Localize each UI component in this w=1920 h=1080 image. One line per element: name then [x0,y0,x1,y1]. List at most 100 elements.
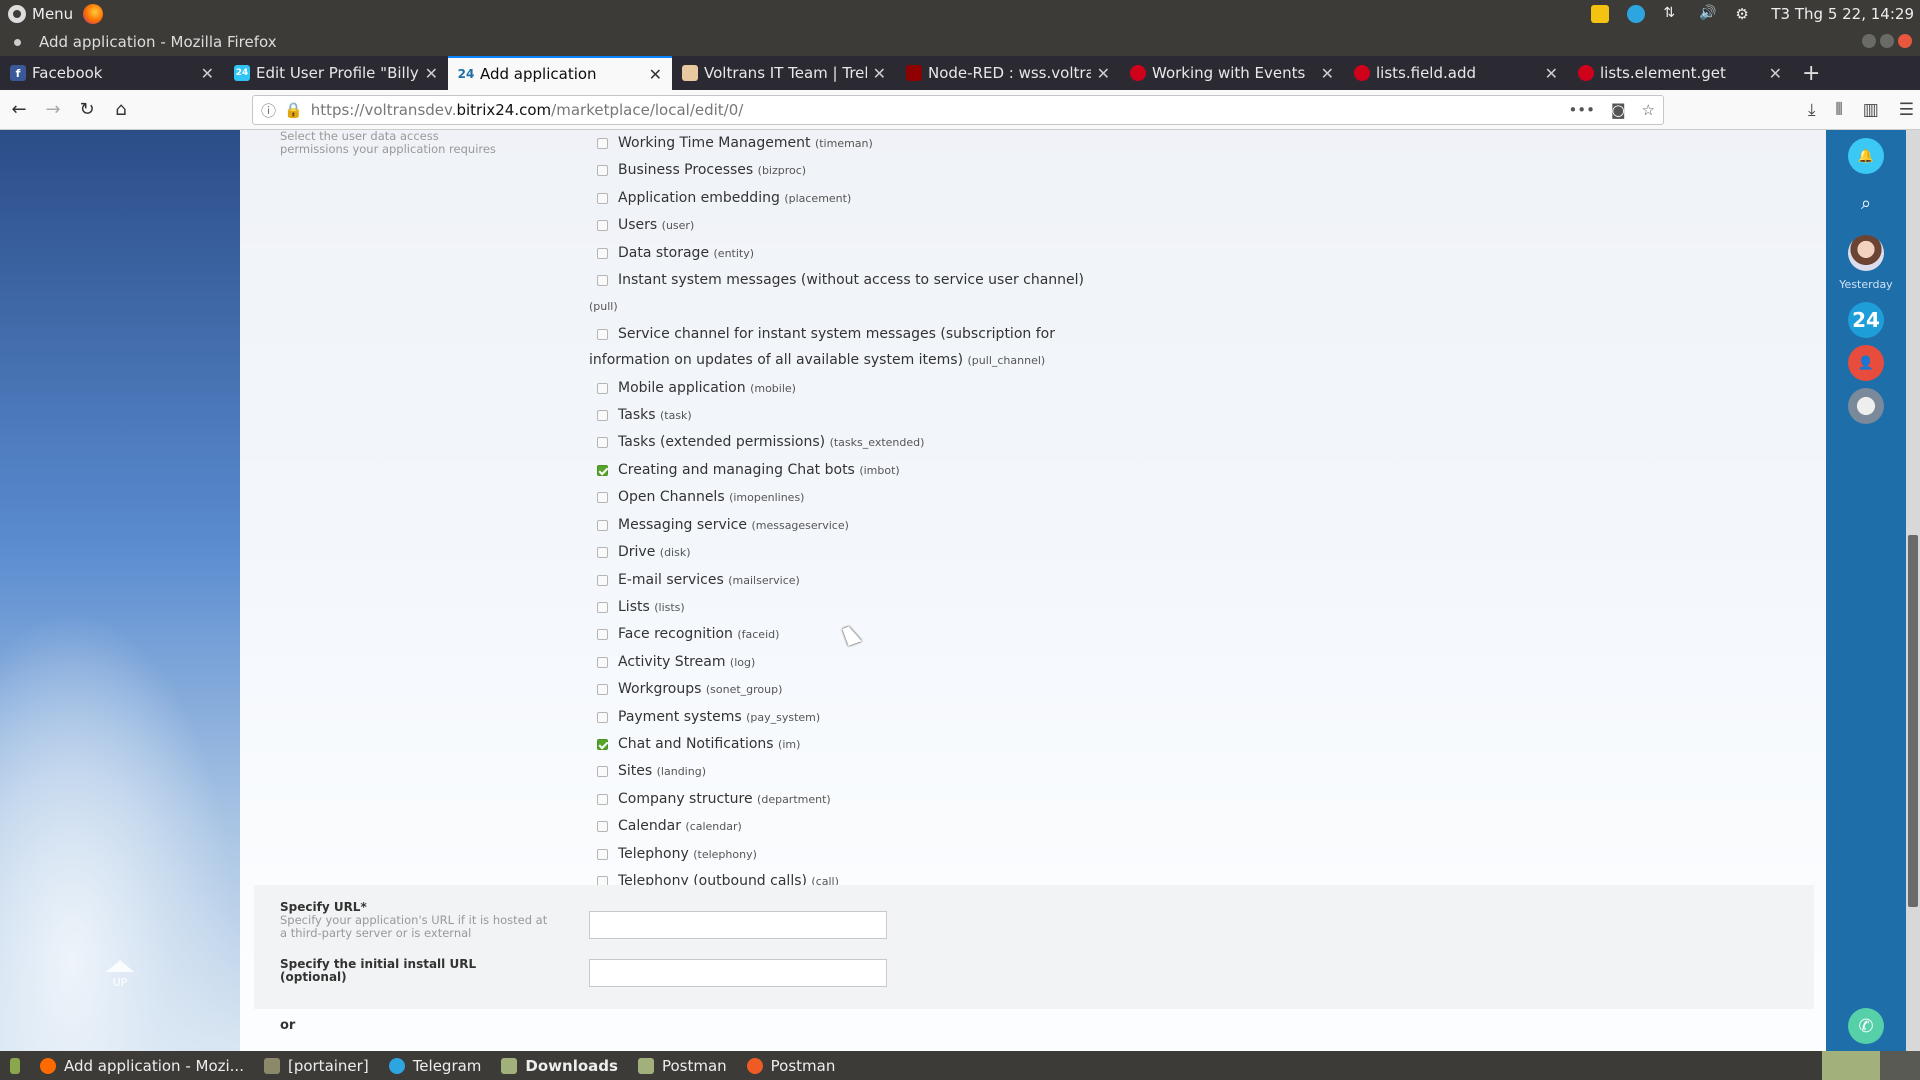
settings-gear-icon[interactable]: ⚙ [1735,5,1753,23]
downloads-icon[interactable]: ⤓ [1808,100,1816,120]
permission-item[interactable]: Telephony (telephony) [589,841,1109,868]
permission-checkbox[interactable] [597,656,608,668]
tab-lists-field-add[interactable]: lists.field.add ✕ [1344,56,1568,90]
tab-add-application[interactable]: 24 Add application ✕ [448,56,672,90]
system-clock[interactable]: T3 Thg 5 22, 14:29 [1771,5,1914,23]
permission-item[interactable]: Data storage (entity) [589,240,1109,267]
permission-checkbox[interactable] [597,601,608,613]
telegram-tray-icon[interactable] [1627,5,1646,23]
permission-checkbox[interactable] [597,629,608,641]
permission-checkbox[interactable] [597,437,608,449]
permission-item[interactable]: Creating and managing Chat bots (imbot) [589,457,1109,484]
tab-lists-element-get[interactable]: lists.element.get ✕ [1568,56,1792,90]
taskbar-item-telegram[interactable]: Telegram [379,1051,492,1080]
permission-checkbox[interactable] [597,138,608,149]
updown-arrows-icon[interactable]: ⇅ [1663,5,1681,23]
permission-item[interactable]: Company structure (department) [589,786,1109,813]
app-url-input[interactable] [589,911,887,939]
permission-checkbox[interactable] [597,711,608,723]
permission-item[interactable]: Mobile application (mobile) [589,375,1109,402]
permission-checkbox[interactable] [597,328,608,340]
permission-item[interactable]: E-mail services (mailservice) [589,567,1109,594]
pocket-icon[interactable]: ◙ [1611,101,1626,119]
permission-item[interactable]: Payment systems (pay_system) [589,704,1109,731]
firefox-launcher-icon[interactable] [83,4,104,24]
permission-item[interactable]: Activity Stream (log) [589,649,1109,676]
permission-checkbox[interactable] [597,848,608,860]
permission-checkbox[interactable] [597,192,608,204]
permission-checkbox[interactable] [597,165,608,177]
permission-checkbox[interactable] [597,247,608,259]
permission-item[interactable]: Tasks (task) [589,402,1109,429]
page-actions-icon[interactable]: ••• [1568,101,1595,119]
permission-checkbox[interactable] [597,766,608,778]
permission-item[interactable]: Workgroups (sonet_group) [589,676,1109,703]
permission-checkbox-checked[interactable] [597,738,608,750]
permission-checkbox[interactable] [597,410,608,422]
page-scrollbar[interactable] [1906,130,1920,1051]
taskbar-item-portainer[interactable]: [portainer] [254,1051,379,1080]
permission-item[interactable]: Working Time Management (timeman) [589,130,1109,157]
permission-item[interactable]: Chat and Notifications (im) [589,731,1109,758]
permission-item[interactable]: Messaging service (messageservice) [589,512,1109,539]
reload-icon[interactable]: ↻ [72,95,102,125]
permission-item[interactable]: Drive (disk) [589,539,1109,566]
library-icon[interactable]: ⫴ [1836,100,1843,120]
show-desktop-button[interactable] [0,1051,30,1080]
new-tab-button[interactable]: + [1792,56,1820,90]
bot-avatar[interactable] [1848,388,1884,424]
volume-icon[interactable]: 🔊 [1699,5,1717,23]
permission-item[interactable]: Instant system messages (without access … [589,267,1109,321]
permission-checkbox[interactable] [597,547,608,559]
recent-chat-avatar[interactable] [1848,235,1884,271]
permission-checkbox[interactable] [597,574,608,586]
permission-checkbox[interactable] [597,821,608,833]
tab-node-red[interactable]: Node-RED : wss.voltrans ✕ [896,56,1120,90]
hamburger-menu-icon[interactable]: ☰ [1899,100,1914,120]
workspace-indicator[interactable] [1822,1051,1880,1080]
scroll-up-button[interactable]: UP [100,960,140,989]
taskbar-item-downloads[interactable]: Downloads [491,1051,628,1080]
permission-item[interactable]: Users (user) [589,212,1109,239]
permission-checkbox[interactable] [597,220,608,232]
system-menu-button[interactable]: Menu [0,5,73,23]
permission-checkbox[interactable] [597,519,608,531]
close-tab-icon[interactable]: ✕ [1097,64,1110,83]
user-chat-icon[interactable]: 👤 [1848,345,1884,381]
tab-facebook[interactable]: f Facebook ✕ [0,56,224,90]
forward-arrow-icon[interactable]: → [38,95,68,125]
permission-item[interactable]: Lists (lists) [589,594,1109,621]
sidebar-icon[interactable]: ▥ [1863,100,1879,120]
install-url-input[interactable] [589,959,887,987]
bookmark-star-icon[interactable]: ☆ [1642,101,1655,119]
permission-checkbox[interactable] [597,492,608,504]
permission-checkbox[interactable] [597,684,608,696]
permission-item[interactable]: Calendar (calendar) [589,813,1109,840]
minimize-button[interactable] [1862,34,1876,48]
network-tray-icon[interactable] [1591,5,1610,23]
permission-checkbox[interactable] [597,793,608,805]
tab-trello[interactable]: Voltrans IT Team | Trello ✕ [672,56,896,90]
home-icon[interactable]: ⌂ [106,95,136,125]
permission-item[interactable]: Service channel for instant system messa… [589,321,1109,375]
close-tab-icon[interactable]: ✕ [1321,64,1334,83]
close-tab-icon[interactable]: ✕ [1545,64,1558,83]
info-icon[interactable]: ⓘ [261,100,276,121]
close-window-button[interactable] [1898,34,1912,48]
permission-item[interactable]: Business Processes (bizproc) [589,157,1109,184]
close-tab-icon[interactable]: ✕ [201,64,214,83]
taskbar-item-postman-folder[interactable]: Postman [628,1051,737,1080]
scrollbar-thumb[interactable] [1908,535,1918,907]
phone-call-icon[interactable]: ✆ [1848,1008,1884,1044]
taskbar-item-postman-app[interactable]: Postman [737,1051,846,1080]
url-bar[interactable]: ⓘ 🔒 https://voltransdev. bitrix24.com/mar… [252,95,1664,125]
permission-checkbox[interactable] [597,382,608,394]
permission-item[interactable]: Open Channels (imopenlines) [589,484,1109,511]
search-icon[interactable]: ⌕ [1848,185,1884,221]
lock-icon[interactable]: 🔒 [284,101,303,119]
tab-working-with-events[interactable]: Working with Events ✕ [1120,56,1344,90]
permission-item[interactable]: Application embedding (placement) [589,185,1109,212]
close-tab-icon[interactable]: ✕ [873,64,886,83]
maximize-button[interactable] [1880,34,1894,48]
notifications-bell-icon[interactable]: 🔔 [1848,138,1884,174]
